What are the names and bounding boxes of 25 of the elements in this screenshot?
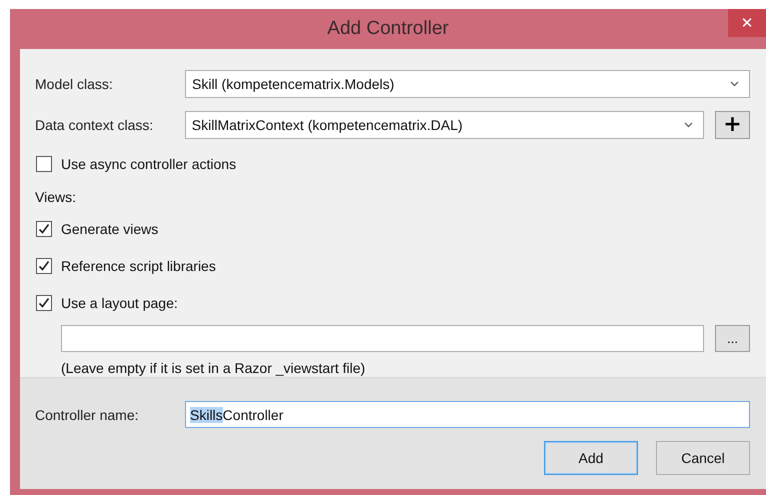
checkbox[interactable] (36, 258, 52, 274)
dropdown[interactable]: Skill (kompetencematrix.Models) (185, 70, 750, 98)
section-label: Views: (35, 189, 77, 205)
close-button[interactable]: ✕ (728, 9, 766, 37)
cancel-button[interactable]: Cancel (656, 441, 750, 475)
checkbox[interactable] (36, 295, 52, 311)
field-label: Data context class: (35, 117, 154, 133)
window-title: Add Controller (327, 18, 449, 40)
field-label: Model class: (35, 76, 114, 92)
chevron-icon (730, 81, 739, 87)
checkbox-label: Reference script libraries (61, 258, 216, 274)
add-button[interactable]: + (715, 111, 750, 139)
layout-page-field[interactable] (61, 325, 704, 352)
chevron-icon (684, 122, 694, 128)
dropdown[interactable]: SkillMatrixContext (kompetencematrix.DAL) (184, 111, 704, 139)
checkbox-label: Generate views (61, 221, 158, 237)
hint-text: (Leave empty if it is set in a Razor _viewstart file) (61, 360, 366, 376)
checkbox-label: Use a layout page: (61, 295, 178, 311)
checkbox[interactable] (36, 221, 52, 237)
checkbox-label: Use async controller actions (61, 156, 236, 172)
browse-button[interactable]: ... (715, 325, 750, 352)
field-label: Controller name: (35, 406, 140, 422)
add-button[interactable]: Add (544, 441, 638, 475)
checkbox[interactable] (36, 156, 52, 172)
controller-name-field[interactable]: SkillsController (185, 401, 750, 428)
